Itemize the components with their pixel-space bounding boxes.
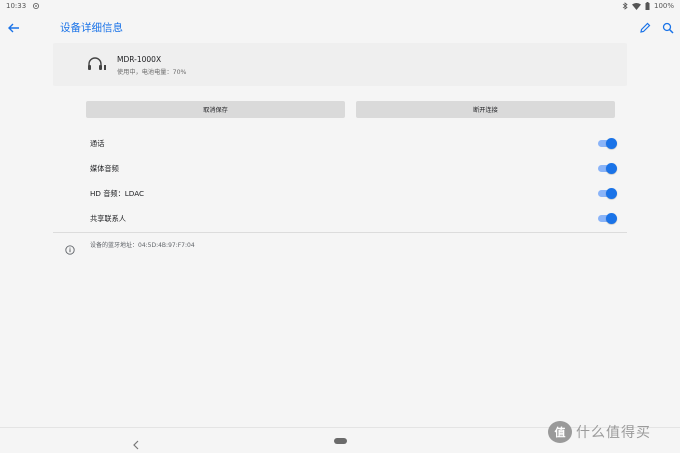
setting-label: HD 音频：LDAC xyxy=(90,189,145,198)
disconnect-button[interactable]: 断开连接 xyxy=(356,101,615,118)
setting-row-media-audio[interactable]: 媒体音频 xyxy=(53,159,627,179)
device-card: MDR-1000X 使用中，电池电量：70% xyxy=(53,43,627,86)
battery-level: 100% xyxy=(653,2,674,10)
status-bar: 10:33 100% xyxy=(0,0,680,12)
setting-row-share-contacts[interactable]: 共享联系人 xyxy=(53,209,627,229)
status-left: 10:33 xyxy=(6,2,40,10)
nav-back-icon[interactable] xyxy=(132,435,140,450)
setting-label: 通话 xyxy=(90,139,105,148)
info-icon xyxy=(65,240,75,255)
page-title: 设备详细信息 xyxy=(60,22,123,34)
divider xyxy=(53,232,627,233)
cancel-save-button[interactable]: 取消保存 xyxy=(86,101,345,118)
watermark-logo: 值 xyxy=(548,421,572,443)
calls-toggle[interactable] xyxy=(596,138,617,149)
back-arrow-icon[interactable] xyxy=(6,20,22,34)
media-audio-toggle[interactable] xyxy=(596,163,617,174)
setting-row-hd-audio[interactable]: HD 音频：LDAC xyxy=(53,184,627,204)
hd-audio-toggle[interactable] xyxy=(596,188,617,199)
setting-label: 共享联系人 xyxy=(90,214,126,223)
status-right: 100% xyxy=(622,2,674,10)
settings-sync-icon xyxy=(32,2,40,10)
bluetooth-icon xyxy=(622,2,628,10)
edit-icon[interactable] xyxy=(638,20,652,34)
share-contacts-toggle[interactable] xyxy=(596,213,617,224)
app-bar: 设备详细信息 xyxy=(0,12,680,42)
status-time: 10:33 xyxy=(6,2,27,10)
wifi-icon xyxy=(631,2,641,10)
setting-row-calls[interactable]: 通话 xyxy=(53,134,627,154)
battery-icon xyxy=(645,2,650,10)
device-name: MDR-1000X xyxy=(117,55,162,64)
search-icon[interactable] xyxy=(661,20,675,34)
setting-label: 媒体音频 xyxy=(90,164,119,173)
bluetooth-address: 设备的蓝牙地址：04:5D:4B:97:F7:04 xyxy=(90,242,195,249)
watermark-text: 什么值得买 xyxy=(576,425,651,441)
watermark: 值 什么值得买 xyxy=(548,421,651,443)
nav-home-button[interactable] xyxy=(334,438,347,444)
headphones-icon xyxy=(87,56,107,72)
device-status: 使用中，电池电量：70% xyxy=(117,69,187,76)
